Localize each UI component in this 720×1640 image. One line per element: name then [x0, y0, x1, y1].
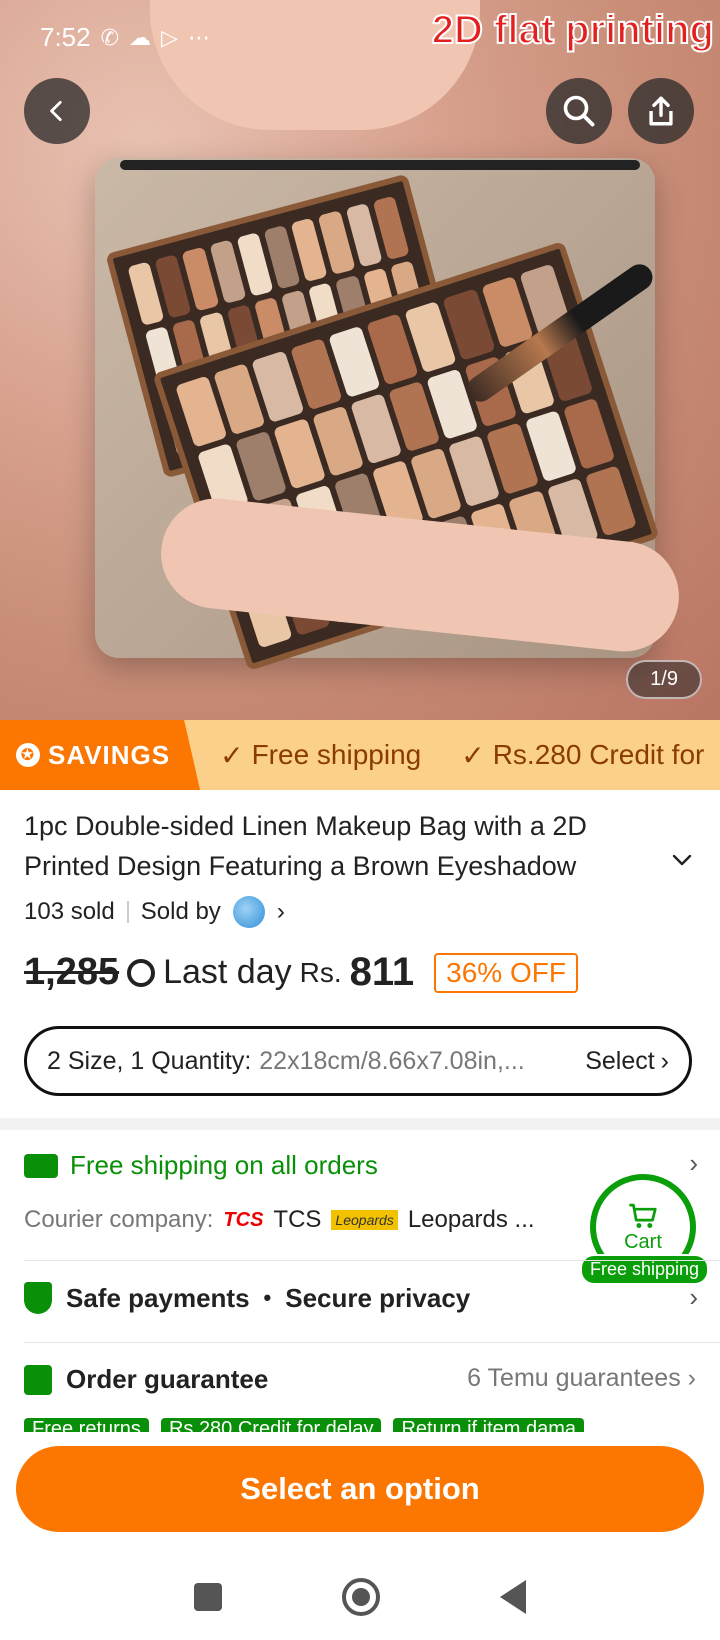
courier-row: Courier company: TCS TCS Leopards Leopar… [24, 1206, 535, 1234]
section-divider [0, 1118, 720, 1130]
check-icon: ✓ [220, 739, 244, 771]
leopards-logo: Leopards [331, 1210, 398, 1230]
chevron-right-icon[interactable]: › [689, 1282, 698, 1313]
promo-strip[interactable]: ✪ SAVINGS ✓ Free shipping ✓ Rs.280 Credi… [0, 720, 720, 790]
hand-shape-top [150, 0, 480, 130]
share-button[interactable] [628, 78, 694, 144]
last-day-label: Last day [163, 953, 292, 991]
price-row: 1,285 Last day Rs. 811 36% OFF [24, 950, 578, 995]
alarm-clock-icon [127, 958, 156, 987]
select-option-button[interactable]: Select an option [16, 1446, 704, 1532]
bottom-bar: Select an option [0, 1432, 720, 1640]
shipping-title: Free shipping on all orders [70, 1150, 378, 1180]
status-bar: 7:52 ✆ ☁ ▷ ⋯ [40, 22, 210, 53]
cloud-icon: ☁ [129, 24, 152, 50]
courier-label: Courier company: [24, 1206, 214, 1233]
status-time: 7:52 [40, 22, 91, 52]
home-icon[interactable] [342, 1578, 380, 1616]
sold-by-label[interactable]: Sold by [141, 898, 221, 926]
cart-button[interactable]: Cart Free shipping [580, 1174, 718, 1294]
product-title[interactable]: 1pc Double-sided Linen Makeup Bag with a… [24, 806, 664, 886]
more-dots-icon: ⋯ [187, 24, 210, 50]
savings-label: SAVINGS [48, 739, 171, 770]
system-nav-bar [0, 1562, 720, 1632]
promo-free-shipping: ✓ Free shipping [200, 739, 441, 772]
tcs-logo: TCS [223, 1208, 264, 1231]
sold-count: 103 sold [24, 898, 115, 925]
savings-badge: ✪ SAVINGS [0, 720, 201, 790]
play-icon: ▷ [161, 24, 178, 50]
promo-item-label: Rs.280 Credit for [492, 739, 705, 770]
safe-payments-row[interactable]: Safe payments • Secure privacy [24, 1282, 470, 1314]
order-guarantee-title: Order guarantee [66, 1364, 269, 1394]
variant-value: 22x18cm/8.66x7.08in,... [259, 1046, 525, 1075]
product-meta: 103 sold Sold by › [24, 896, 285, 928]
print-overlay-text: 2D flat printing [431, 7, 715, 53]
sale-price: 811 [349, 950, 415, 994]
truck-icon [24, 1153, 58, 1178]
guarantee-count-label: 6 Temu guarantees [467, 1364, 681, 1392]
discount-badge: 36% OFF [434, 952, 578, 993]
guarantee-count[interactable]: 6 Temu guarantees › [467, 1364, 696, 1393]
separator-dot: • [263, 1285, 272, 1310]
cart-label: Cart [624, 1230, 662, 1253]
promo-credit: ✓ Rs.280 Credit for [441, 739, 720, 772]
image-counter: 1/9 [626, 660, 702, 699]
currency-label: Rs. [299, 956, 342, 988]
search-icon [563, 95, 595, 127]
zipper-shape [120, 160, 640, 170]
guarantee-icon [24, 1364, 52, 1395]
back-triangle-icon[interactable] [500, 1580, 526, 1614]
cart-free-shipping-badge: Free shipping [580, 1254, 710, 1285]
shield-check-icon [24, 1282, 52, 1314]
savings-icon: ✪ [16, 743, 40, 767]
promo-item-label: Free shipping [251, 739, 422, 770]
safe-payments-label: Safe payments [66, 1282, 250, 1313]
order-guarantee-row[interactable]: Order guarantee [24, 1364, 268, 1395]
courier-tcs: TCS [273, 1206, 322, 1233]
product-image[interactable]: 7:52 ✆ ☁ ▷ ⋯ 2D flat printing 1/9 [0, 0, 720, 720]
share-icon [649, 96, 673, 126]
row-divider [24, 1260, 720, 1261]
cart-icon [629, 1203, 657, 1228]
whatsapp-icon: ✆ [100, 24, 120, 50]
store-avatar[interactable] [232, 896, 265, 928]
chevron-left-icon [50, 100, 62, 122]
back-button[interactable] [24, 78, 90, 144]
row-divider [24, 1342, 720, 1343]
chevron-down-icon[interactable] [670, 848, 694, 878]
variant-label: 2 Size, 1 Quantity: [47, 1046, 252, 1075]
courier-leopards: Leopards ... [407, 1206, 535, 1233]
check-icon: ✓ [461, 739, 485, 771]
search-button[interactable] [546, 78, 612, 144]
chevron-right-icon: › [687, 1364, 696, 1392]
chevron-right-icon: › [660, 1046, 669, 1075]
chevron-right-icon[interactable]: › [277, 898, 285, 926]
recents-icon[interactable] [194, 1583, 222, 1611]
original-price: 1,285 [24, 951, 120, 993]
meta-divider [126, 901, 129, 923]
variant-selector[interactable]: 2 Size, 1 Quantity: 22x18cm/8.66x7.08in,… [24, 1026, 692, 1096]
secure-privacy-label: Secure privacy [285, 1282, 471, 1313]
shipping-row[interactable]: Free shipping on all orders [24, 1150, 378, 1181]
variant-select-label: Select [585, 1046, 655, 1075]
